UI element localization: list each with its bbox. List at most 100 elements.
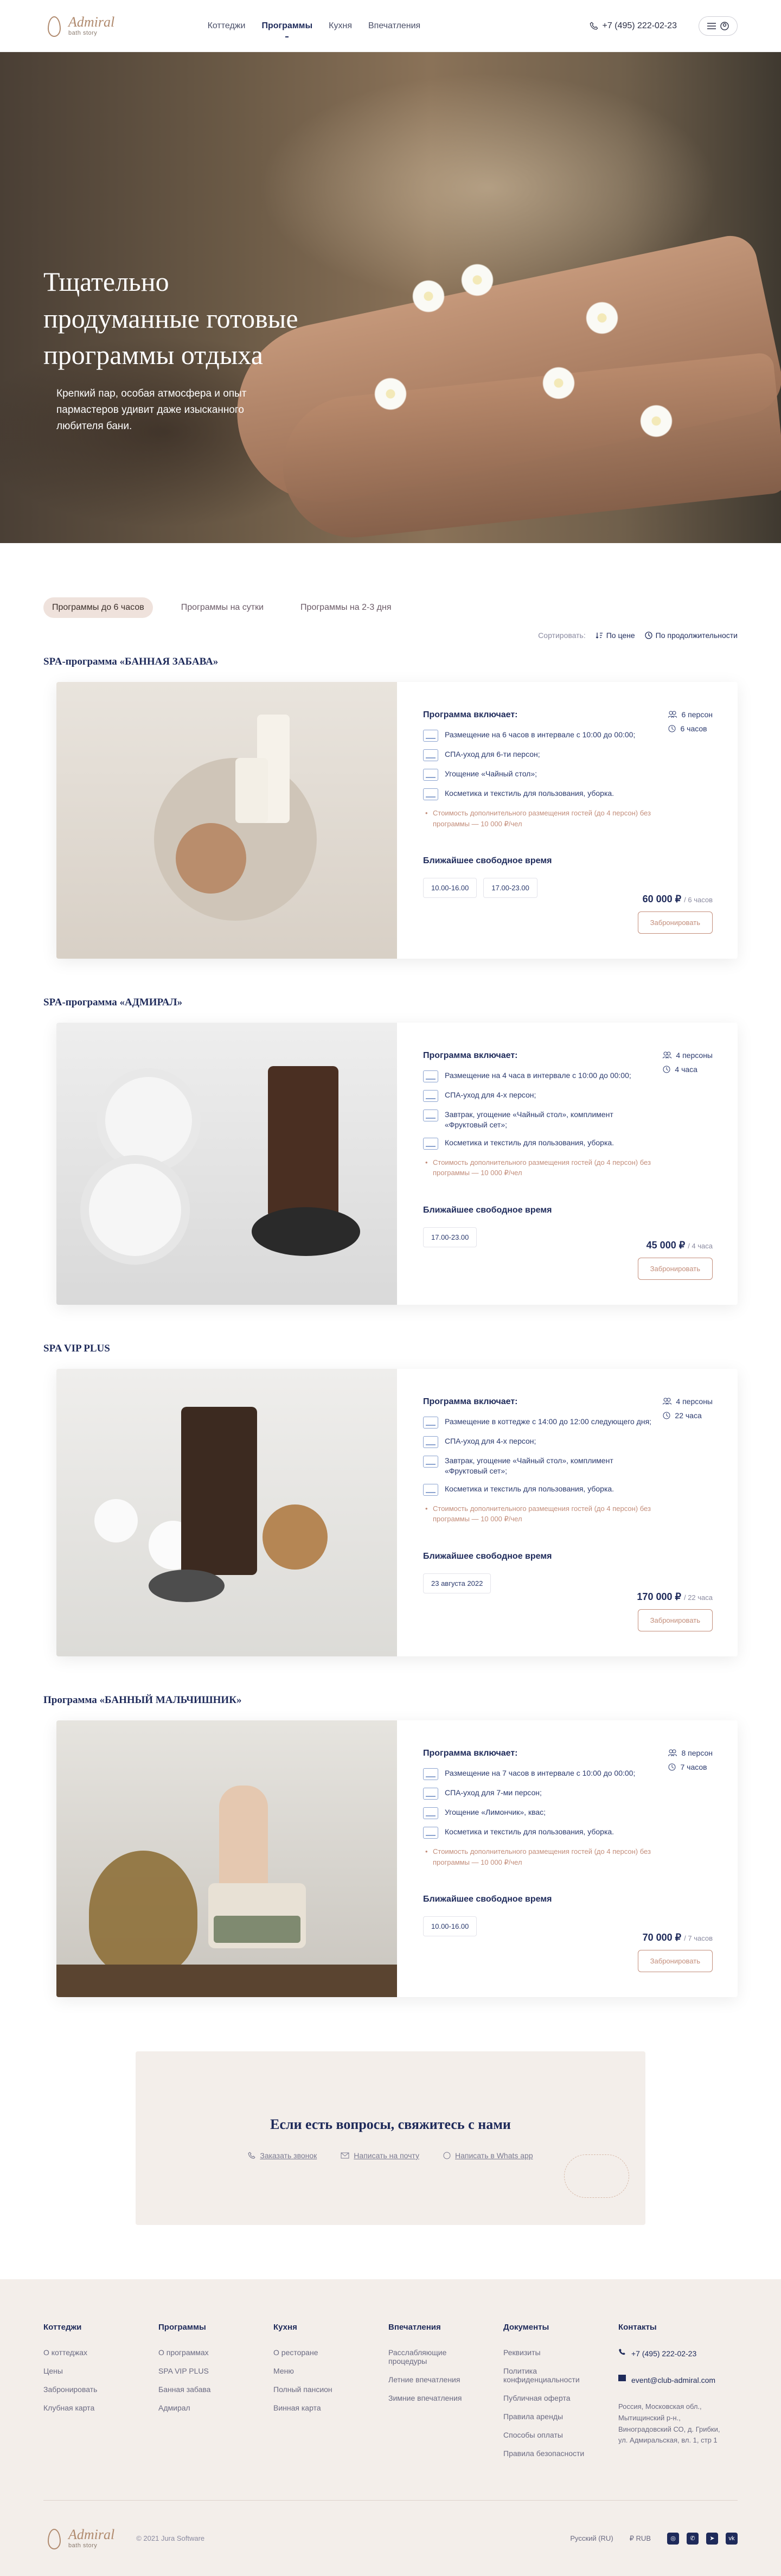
footer-link[interactable]: Клубная карта	[43, 2403, 141, 2412]
footer-address: Россия, Московская обл., Мытищинский р-н…	[618, 2402, 720, 2445]
nav-item-impressions[interactable]: Впечатления	[368, 18, 420, 34]
book-button[interactable]: Забронировать	[637, 1609, 713, 1631]
list-item: СПА-уход для 4-х персон;	[423, 1436, 656, 1448]
time-slot[interactable]: 17.00-23.00	[483, 878, 537, 898]
slots-title: Ближайшее свободное время	[423, 856, 552, 865]
house-icon	[423, 730, 438, 742]
book-button[interactable]: Забронировать	[637, 1258, 713, 1280]
telegram-icon[interactable]: ➤	[706, 2532, 718, 2545]
footer-logo[interactable]: Admiral bath story	[43, 2527, 114, 2551]
footer-link[interactable]: Меню	[273, 2367, 371, 2375]
footer-link[interactable]: Зимние впечатления	[388, 2394, 486, 2402]
site-footer: Коттеджи О коттеджах Цены Забронировать …	[0, 2279, 781, 2576]
slots-title: Ближайшее свободное время	[423, 1895, 552, 1904]
whatsapp-icon[interactable]: ✆	[687, 2532, 699, 2545]
currency-switcher[interactable]: ₽ RUB	[630, 2534, 651, 2543]
spa-icon	[423, 749, 438, 761]
whatsapp-link[interactable]: Написать в Whats app	[443, 2151, 533, 2160]
price: 170 000 ₽ / 22 часа	[637, 1591, 713, 1602]
nav-item-programs[interactable]: Программы	[261, 18, 312, 34]
spa-icon	[423, 1090, 438, 1102]
footer-link[interactable]: Забронировать	[43, 2385, 141, 2394]
footer-link[interactable]: Банная забава	[158, 2385, 256, 2394]
vk-icon[interactable]: vk	[726, 2532, 738, 2545]
program-title: Программа «БАННЫЙ МАЛЬЧИШНИК»	[43, 1694, 242, 1706]
date-slot[interactable]: 23 августа 2022	[423, 1573, 491, 1593]
house-icon	[423, 1417, 438, 1429]
spa-icon	[423, 1436, 438, 1448]
time-slot[interactable]: 10.00-16.00	[423, 1916, 477, 1936]
nav-item-kitchen[interactable]: Кухня	[329, 18, 352, 34]
footer-link[interactable]: Летние впечатления	[388, 2375, 486, 2384]
program-title: SPA VIP PLUS	[43, 1343, 110, 1354]
list-item: Угощение «Чайный стол»;	[423, 769, 656, 781]
house-icon	[423, 1070, 438, 1082]
book-button[interactable]: Забронировать	[637, 911, 713, 934]
program-card: Программа включает: Размещение в коттедж…	[56, 1369, 738, 1656]
flower-decoration	[412, 280, 445, 313]
header-phone[interactable]: +7 (495) 222-02-23	[590, 21, 677, 31]
footer-link[interactable]: Цены	[43, 2367, 141, 2375]
footer-link[interactable]: Реквизиты	[503, 2348, 601, 2357]
clock-icon	[663, 1066, 670, 1073]
sort-by-price[interactable]: По цене	[596, 631, 635, 640]
footer-link[interactable]: Правила аренды	[503, 2412, 601, 2421]
sort-by-duration[interactable]: По продолжительности	[644, 631, 738, 640]
list-item: Размещение в коттедже с 14:00 до 12:00 с…	[423, 1417, 656, 1429]
program-title: SPA-программа «АДМИРАЛ»	[43, 997, 183, 1008]
instagram-icon[interactable]: ◎	[667, 2532, 679, 2545]
tab-2-3-days[interactable]: Программы на 2-3 дня	[292, 597, 400, 618]
footer-link[interactable]: Публичная оферта	[503, 2394, 601, 2402]
list-item: Размещение на 6 часов в интервале с 10:0…	[423, 730, 656, 742]
footer-link[interactable]: Адмирал	[158, 2403, 256, 2412]
towel-icon	[423, 788, 438, 800]
slots-title: Ближайшее свободное время	[423, 1551, 552, 1561]
site-header: Admiral bath story Коттеджи Программы Ку…	[0, 0, 781, 52]
footer-link[interactable]: SPA VIP PLUS	[158, 2367, 256, 2375]
price: 45 000 ₽ / 4 часа	[646, 1240, 713, 1251]
menu-button[interactable]	[698, 16, 738, 36]
tea-icon	[423, 1807, 438, 1819]
logo[interactable]: Admiral bath story	[43, 14, 114, 38]
tab-per-day[interactable]: Программы на сутки	[172, 597, 272, 618]
footer-link[interactable]: О ресторане	[273, 2348, 371, 2357]
footer-link[interactable]: Винная карта	[273, 2403, 371, 2412]
footer-phone[interactable]: +7 (495) 222-02-23	[618, 2348, 738, 2360]
footer-link[interactable]: О коттеджах	[43, 2348, 141, 2357]
extra-guests-note: Стоимость дополнительного размещения гос…	[423, 1846, 662, 1867]
social-links: ◎ ✆ ➤ vk	[667, 2532, 738, 2545]
footer-link[interactable]: Политика конфиденциальности	[503, 2367, 601, 2384]
footer-email[interactable]: event@club-admiral.com	[618, 2375, 738, 2386]
footer-link[interactable]: Полный пансион	[273, 2385, 371, 2394]
footer-link[interactable]: Способы оплаты	[503, 2431, 601, 2439]
nav-item-cottages[interactable]: Коттеджи	[208, 18, 246, 34]
program-meta: 6 персон 6 часов	[668, 710, 713, 738]
flower-decoration	[461, 264, 494, 296]
clock-icon	[663, 1412, 670, 1419]
phone-icon	[590, 22, 598, 30]
footer-column: Программы О программах SPA VIP PLUS Банн…	[158, 2323, 256, 2467]
program-image	[56, 1720, 397, 1997]
program-title: SPA-программа «БАННАЯ ЗАБАВА»	[43, 656, 219, 667]
menu-icon	[707, 22, 716, 29]
footer-link[interactable]: О программах	[158, 2348, 256, 2357]
footer-link[interactable]: Правила безопасности	[503, 2449, 601, 2458]
list-item: Размещение на 4 часа в интервале с 10:00…	[423, 1070, 656, 1082]
book-button[interactable]: Забронировать	[637, 1950, 713, 1972]
list-item: Завтрак, угощение «Чайный стол», комплим…	[423, 1110, 656, 1130]
list-item: СПА-уход для 7-ми персон;	[423, 1788, 656, 1800]
decorative-illustration	[564, 2154, 629, 2198]
extra-guests-note: Стоимость дополнительного размещения гос…	[423, 808, 662, 829]
program-tabs: Программы до 6 часов Программы на сутки …	[43, 597, 738, 618]
price: 60 000 ₽ / 6 часов	[642, 894, 713, 904]
footer-link[interactable]: Расслабляющие процедуры	[388, 2348, 486, 2365]
persons-icon	[668, 1749, 677, 1757]
language-switcher[interactable]: Русский (RU)	[570, 2534, 613, 2542]
list-item: Косметика и текстиль для пользования, уб…	[423, 1137, 656, 1150]
time-slot[interactable]: 17.00-23.00	[423, 1227, 477, 1247]
time-slot[interactable]: 10.00-16.00	[423, 878, 477, 898]
list-item: Размещение на 7 часов в интервале с 10:0…	[423, 1768, 656, 1780]
request-call-link[interactable]: Заказать звонок	[248, 2151, 317, 2160]
write-email-link[interactable]: Написать на почту	[341, 2151, 419, 2160]
tab-up-to-6-hours[interactable]: Программы до 6 часов	[43, 597, 153, 618]
